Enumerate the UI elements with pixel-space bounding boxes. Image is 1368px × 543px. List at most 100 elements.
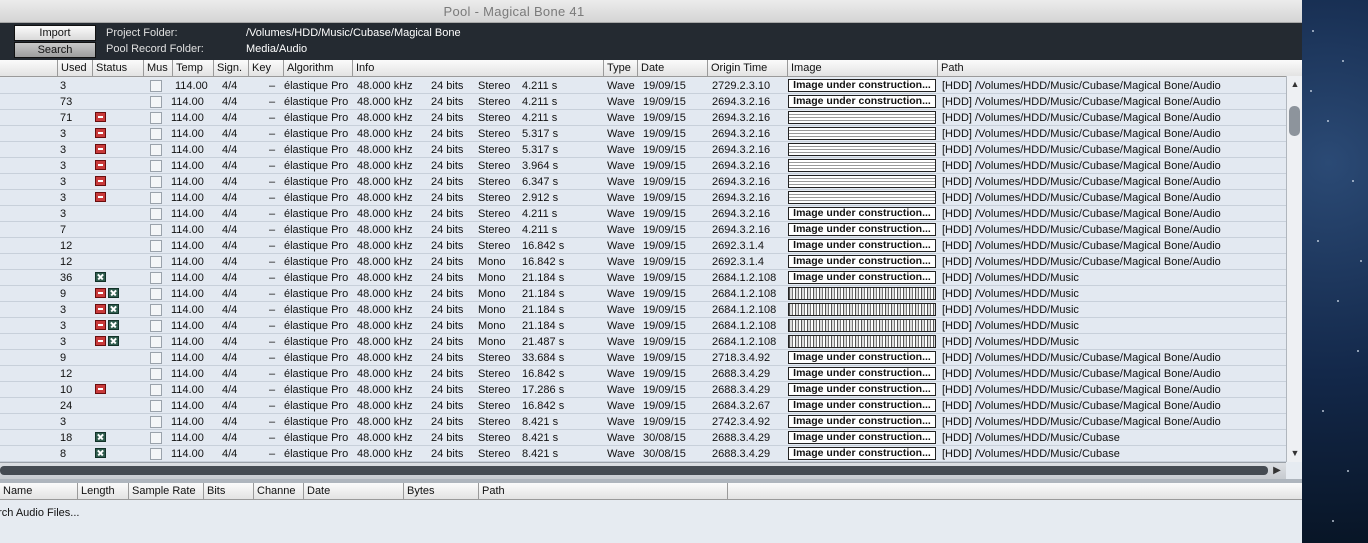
musical-mode-checkbox[interactable] <box>150 224 162 236</box>
musical-mode-checkbox[interactable] <box>150 448 162 460</box>
vertical-scroll-thumb[interactable] <box>1289 106 1300 136</box>
musical-mode-checkbox[interactable] <box>150 208 162 220</box>
musical-mode-checkbox[interactable] <box>150 352 162 364</box>
column-header-used[interactable]: Used <box>57 60 92 76</box>
table-row[interactable]: 3 114.00 4/4 – élastique Pro 48.000 kHz 24 bit… <box>0 334 1286 350</box>
bit-depth-value: 24 bits <box>431 224 464 236</box>
musical-mode-checkbox[interactable] <box>150 144 162 156</box>
musical-mode-checkbox[interactable] <box>150 176 162 188</box>
musical-mode-checkbox[interactable] <box>150 256 162 268</box>
column-header-path[interactable]: Path <box>937 60 1286 76</box>
scroll-down-icon[interactable]: ▼ <box>1288 446 1302 460</box>
musical-mode-checkbox[interactable] <box>150 432 162 444</box>
column-header-mus[interactable]: Mus <box>143 60 172 76</box>
search-column-bytes[interactable]: Bytes <box>403 483 478 499</box>
path-value: [HDD] /Volumes/HDD/Music/Cubase/Magical … <box>942 192 1221 204</box>
table-row[interactable]: 12 114.00 4/4 – élastique Pro 48.000 kHz 24 bi… <box>0 238 1286 254</box>
musical-mode-checkbox[interactable] <box>150 272 162 284</box>
musical-mode-checkbox[interactable] <box>150 160 162 172</box>
algorithm-value: élastique Pro <box>284 144 349 156</box>
search-column-length[interactable]: Length <box>77 483 128 499</box>
tempo-value: 114.00 <box>171 256 204 268</box>
musical-mode-checkbox[interactable] <box>150 240 162 252</box>
column-header-image[interactable]: Image <box>787 60 937 76</box>
key-value: – <box>269 256 276 268</box>
sample-rate-value: 48.000 kHz <box>357 144 413 156</box>
signature-value: 4/4 <box>222 240 238 252</box>
musical-mode-checkbox[interactable] <box>150 112 162 124</box>
table-row[interactable]: 7 114.00 4/4 – élastique Pro 48.000 kHz 24 bit… <box>0 222 1286 238</box>
table-row[interactable]: 3 114.00 4/4 – élastique Pro 48.000 kHz 24 bit… <box>0 190 1286 206</box>
musical-mode-checkbox[interactable] <box>150 128 162 140</box>
length-value: 16.842 s <box>522 368 565 380</box>
table-row[interactable]: 9 114.00 4/4 – élastique Pro 48.000 kHz 24 bit… <box>0 286 1286 302</box>
image-under-construction: Image under construction... <box>788 351 936 364</box>
channels-value: Stereo <box>478 112 511 124</box>
musical-mode-checkbox[interactable] <box>150 304 162 316</box>
column-header-algorithm[interactable]: Algorithm <box>283 60 352 76</box>
musical-mode-checkbox[interactable] <box>150 336 162 348</box>
table-row[interactable]: 3 114.00 4/4 – élastique Pro 48.000 kHz 24 bit… <box>0 414 1286 430</box>
column-header-origin-time[interactable]: Origin Time <box>707 60 787 76</box>
table-row[interactable]: 12 114.00 4/4 – élastique Pro 48.000 kHz 24 bi… <box>0 366 1286 382</box>
table-row[interactable]: 3 114.00 4/4 – élastique Pro 48.000 kHz 24 bit… <box>0 174 1286 190</box>
table-row[interactable]: 3 114.00 4/4 – élastique Pro 48.000 kHz 24 bit… <box>0 318 1286 334</box>
table-row[interactable]: 24 114.00 4/4 – élastique Pro 48.000 kHz 24 bi… <box>0 398 1286 414</box>
title-bar[interactable]: Pool - Magical Bone 41 <box>0 0 1302 23</box>
search-column-channe[interactable]: Channe <box>253 483 303 499</box>
table-row[interactable]: 36 114.00 4/4 – élastique Pro 48.000 kHz 24 bi… <box>0 270 1286 286</box>
musical-mode-checkbox[interactable] <box>150 384 162 396</box>
table-row[interactable]: 3 114.00 4/4 – élastique Pro 48.000 kHz 24 bit… <box>0 126 1286 142</box>
musical-mode-checkbox[interactable] <box>150 416 162 428</box>
import-button[interactable]: Import <box>14 25 96 41</box>
type-value: Wave <box>607 240 635 252</box>
column-header-key[interactable]: Key <box>248 60 283 76</box>
search-column-bits[interactable]: Bits <box>203 483 253 499</box>
musical-mode-checkbox[interactable] <box>150 400 162 412</box>
desktop-background <box>1302 0 1368 543</box>
table-row[interactable]: 18 114.00 4/4 – élastique Pro 48.000 kHz 24 bi… <box>0 430 1286 446</box>
musical-mode-checkbox[interactable] <box>150 192 162 204</box>
column-header-sign[interactable]: Sign. <box>213 60 248 76</box>
column-header-date[interactable]: Date <box>637 60 707 76</box>
table-row[interactable]: 3 114.00 4/4 – élastique Pro 48.000 kHz 24 bit… <box>0 206 1286 222</box>
table-row[interactable]: 3 114.00 4/4 – élastique Pro 48.000 kHz 24 bi… <box>0 78 1286 94</box>
table-row[interactable]: 10 114.00 4/4 – élastique Pro 48.000 kHz 24 bi… <box>0 382 1286 398</box>
column-header-status[interactable]: Status <box>92 60 143 76</box>
musical-mode-checkbox[interactable] <box>150 368 162 380</box>
search-button[interactable]: Search <box>14 42 96 58</box>
vertical-scrollbar[interactable]: ▲ ▼ <box>1286 76 1302 462</box>
search-column-sample-rate[interactable]: Sample Rate <box>128 483 203 499</box>
table-row[interactable]: 73 114.00 4/4 – élastique Pro 48.000 kHz 24 bi… <box>0 94 1286 110</box>
musical-mode-checkbox[interactable] <box>150 96 162 108</box>
scroll-right-icon[interactable]: ▶ <box>1270 464 1284 478</box>
length-value: 16.842 s <box>522 400 565 412</box>
scroll-up-icon[interactable]: ▲ <box>1288 77 1302 91</box>
tempo-value: 114.00 <box>171 448 204 460</box>
bit-depth-value: 24 bits <box>431 352 464 364</box>
column-header-temp[interactable]: Temp <box>172 60 213 76</box>
horizontal-scrollbar[interactable]: ▶ <box>0 462 1286 479</box>
date-value: 19/09/15 <box>643 272 686 284</box>
musical-mode-checkbox[interactable] <box>150 80 162 92</box>
column-header-type[interactable]: Type <box>603 60 637 76</box>
column-header-info[interactable]: Info <box>352 60 603 76</box>
table-row[interactable]: 3 114.00 4/4 – élastique Pro 48.000 kHz 24 bit… <box>0 158 1286 174</box>
musical-mode-checkbox[interactable] <box>150 320 162 332</box>
origin-time-value: 2694.3.2.16 <box>712 160 771 172</box>
tempo-value: 114.00 <box>171 416 204 428</box>
musical-mode-checkbox[interactable] <box>150 288 162 300</box>
table-row[interactable]: 8 114.00 4/4 – élastique Pro 48.000 kHz 24 bit… <box>0 446 1286 462</box>
length-value: 21.487 s <box>522 336 565 348</box>
table-row[interactable]: 71 114.00 4/4 – élastique Pro 48.000 kHz 24 bi… <box>0 110 1286 126</box>
used-count: 7 <box>60 224 67 236</box>
table-row[interactable]: 3 114.00 4/4 – élastique Pro 48.000 kHz 24 bit… <box>0 142 1286 158</box>
record-status-icon <box>95 192 106 202</box>
search-column-path[interactable]: Path <box>478 483 727 499</box>
table-row[interactable]: 9 114.00 4/4 – élastique Pro 48.000 kHz 24 bit… <box>0 350 1286 366</box>
table-row[interactable]: 12 114.00 4/4 – élastique Pro 48.000 kHz 24 bi… <box>0 254 1286 270</box>
search-column-date[interactable]: Date <box>303 483 403 499</box>
horizontal-scroll-thumb[interactable] <box>0 466 1268 475</box>
table-row[interactable]: 3 114.00 4/4 – élastique Pro 48.000 kHz 24 bit… <box>0 302 1286 318</box>
search-column-name[interactable]: Name <box>0 483 77 499</box>
